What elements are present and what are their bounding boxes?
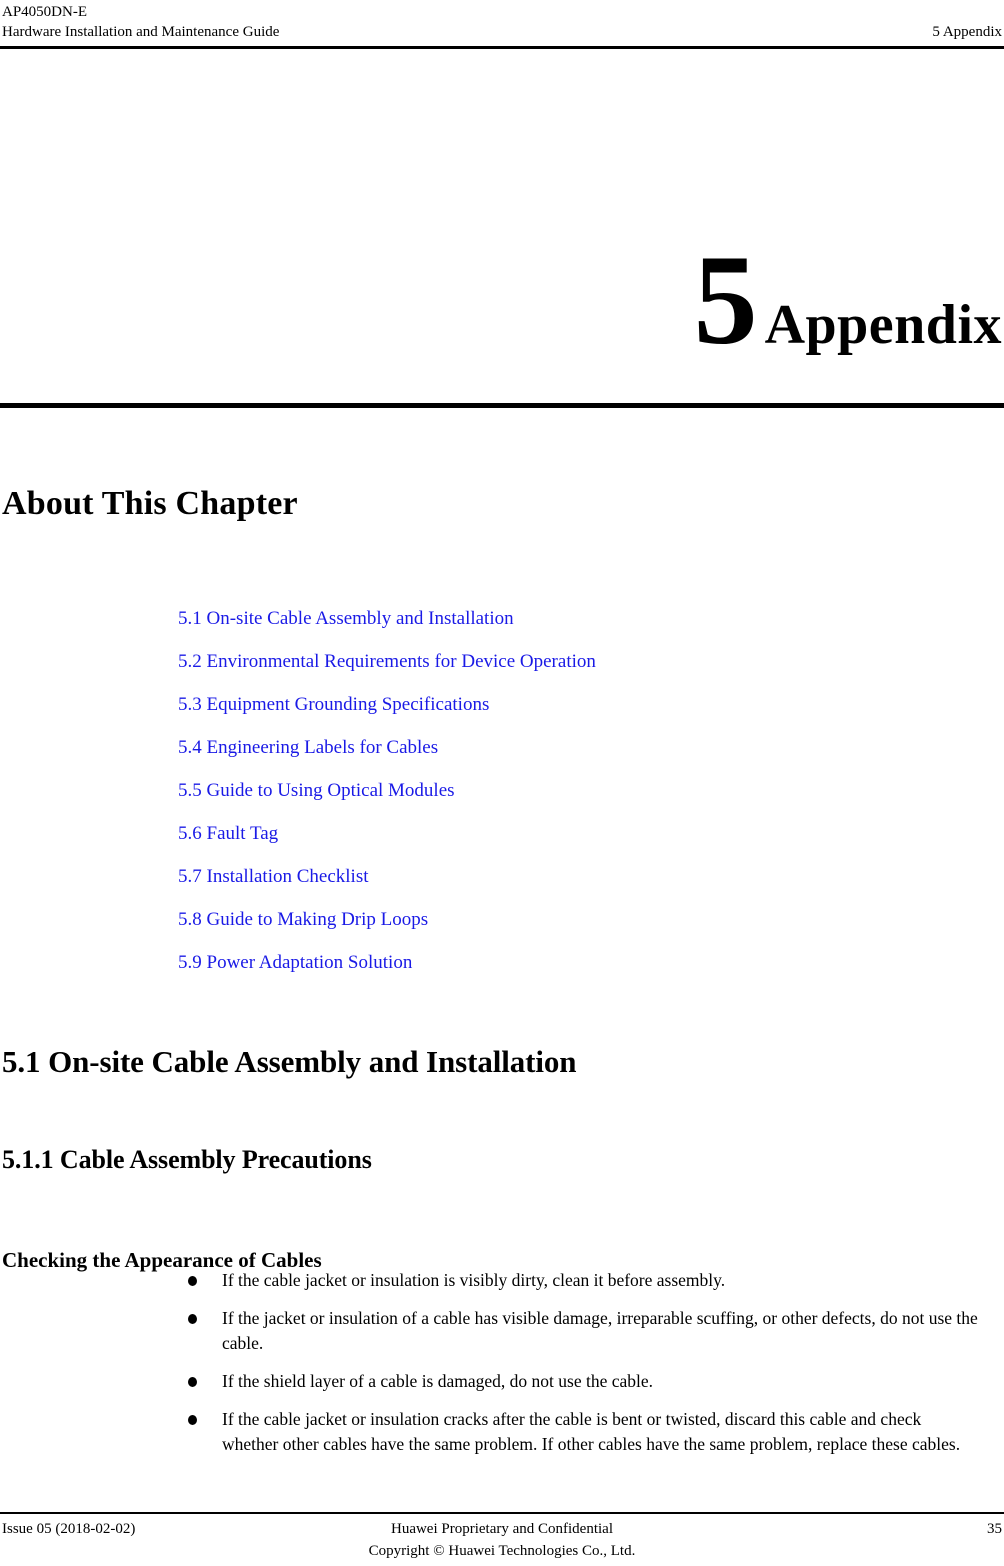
list-item: If the jacket or insulation of a cable h… [188,1306,978,1356]
bullet-icon [188,1377,197,1387]
list-item: If the cable jacket or insulation is vis… [188,1268,978,1293]
bullet-icon [188,1314,197,1324]
list-item: If the cable jacket or insulation cracks… [188,1407,978,1457]
footer-legal: Huawei Proprietary and Confidential Copy… [0,1518,1004,1562]
footer-copyright: Copyright © Huawei Technologies Co., Ltd… [368,1543,636,1559]
toc-link-5-5[interactable]: 5.5 Guide to Using Optical Modules [178,780,938,801]
header-divider [0,46,1004,49]
cable-appearance-bullet-list: If the cable jacket or insulation is vis… [188,1268,978,1470]
header-product-line: AP4050DN-E [2,4,87,20]
chapter-toc: 5.1 On-site Cable Assembly and Installat… [178,608,938,995]
chapter-title-divider [0,403,1004,408]
bullet-icon [188,1415,197,1425]
toc-link-5-7[interactable]: 5.7 Installation Checklist [178,866,938,887]
about-this-chapter-heading: About This Chapter [2,485,298,522]
header-chapter-reference: 5 Appendix [932,24,1002,40]
chapter-title-text: Appendix [764,294,1002,356]
list-item-text: If the shield layer of a cable is damage… [222,1371,654,1391]
bullet-icon [188,1276,197,1286]
header-guide-title: Hardware Installation and Maintenance Gu… [2,24,280,40]
toc-link-5-4[interactable]: 5.4 Engineering Labels for Cables [178,737,938,758]
page-header: AP4050DN-E Hardware Installation and Mai… [0,0,1004,48]
toc-link-5-6[interactable]: 5.6 Fault Tag [178,823,938,844]
footer-confidentiality: Huawei Proprietary and Confidential [390,1521,614,1537]
toc-link-5-9[interactable]: 5.9 Power Adaptation Solution [178,952,938,973]
chapter-number: 5 [693,229,758,371]
footer-page-number: 35 [987,1521,1002,1537]
section-heading-5-1-1: 5.1.1 Cable Assembly Precautions [2,1144,372,1174]
toc-link-5-2[interactable]: 5.2 Environmental Requirements for Devic… [178,651,938,672]
header-document-title: AP4050DN-E Hardware Installation and Mai… [2,2,702,42]
list-item-text: If the jacket or insulation of a cable h… [222,1308,978,1353]
document-page: AP4050DN-E Hardware Installation and Mai… [0,0,1004,1566]
page-footer: Issue 05 (2018-02-02) Huawei Proprietary… [0,1518,1004,1566]
list-item: If the shield layer of a cable is damage… [188,1369,978,1394]
toc-link-5-1[interactable]: 5.1 On-site Cable Assembly and Installat… [178,608,938,629]
footer-divider [0,1512,1004,1514]
list-item-text: If the cable jacket or insulation cracks… [222,1409,961,1454]
chapter-title: 5 Appendix [0,236,1002,364]
toc-link-5-8[interactable]: 5.8 Guide to Making Drip Loops [178,909,938,930]
section-heading-5-1: 5.1 On-site Cable Assembly and Installat… [2,1043,577,1079]
list-item-text: If the cable jacket or insulation is vis… [222,1270,726,1290]
toc-link-5-3[interactable]: 5.3 Equipment Grounding Specifications [178,694,938,715]
